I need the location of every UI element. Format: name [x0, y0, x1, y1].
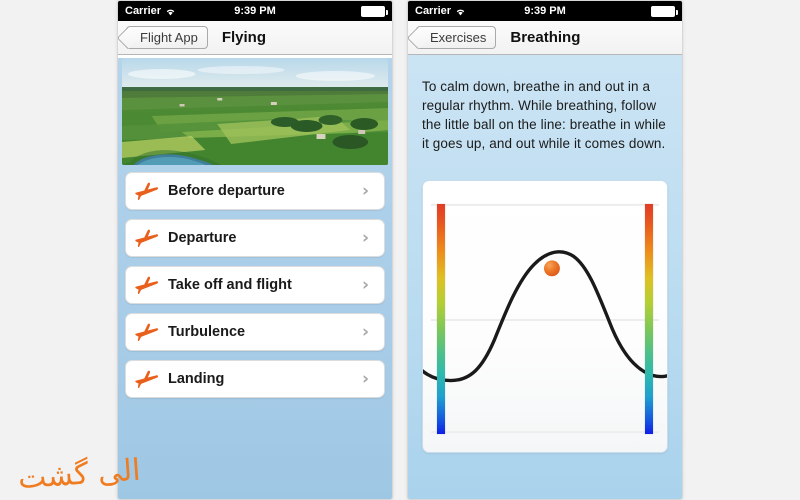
list-item[interactable]: Take off and flight › — [125, 266, 385, 304]
screen-content-left: Before departure › Departure › Take off … — [118, 58, 392, 499]
breathing-instructions: To calm down, breathe in and out in a re… — [422, 79, 666, 151]
list-item-label: Take off and flight — [168, 277, 292, 293]
list-item-label: Departure — [168, 230, 237, 246]
airplane-icon — [134, 227, 160, 249]
page-title-breathing: Breathing — [510, 29, 581, 46]
phone-mockup-left: Carrier 9:39 PM Flight App Flying Before… — [117, 0, 393, 500]
airplane-icon — [134, 321, 160, 343]
status-time-right: 9:39 PM — [524, 5, 566, 17]
breathing-chart-card[interactable] — [422, 180, 668, 453]
list-item[interactable]: Turbulence › — [125, 313, 385, 351]
battery-full-icon — [651, 5, 678, 17]
status-right-group-left — [361, 5, 388, 17]
back-button-flight-app[interactable]: Flight App — [126, 26, 208, 49]
status-bar-left: Carrier 9:39 PM — [118, 1, 392, 21]
airplane-icon — [134, 180, 160, 202]
chevron-right-icon: › — [362, 321, 370, 342]
status-time-left: 9:39 PM — [234, 5, 276, 17]
list-item-label: Landing — [168, 371, 225, 387]
back-button-exercises[interactable]: Exercises — [416, 26, 497, 49]
back-button-label: Exercises — [430, 30, 487, 45]
list-item[interactable]: Landing › — [125, 360, 385, 398]
battery-full-icon — [361, 5, 388, 17]
breathing-chart — [423, 181, 667, 452]
breath-gradient-scale-left — [437, 204, 445, 434]
chevron-right-icon: › — [362, 227, 370, 248]
airplane-icon — [134, 368, 160, 390]
nav-bar-right: Exercises Breathing — [408, 21, 682, 55]
aerial-farmland-photo — [122, 58, 388, 165]
breath-gradient-scale-right — [645, 204, 653, 434]
status-right-group-right — [651, 5, 678, 17]
page-title-flying: Flying — [221, 29, 266, 46]
back-button-label: Flight App — [140, 30, 198, 45]
nav-bar-left: Flight App Flying — [118, 21, 392, 55]
screen-content-right: To calm down, breathe in and out in a re… — [408, 55, 682, 499]
status-bar-right: Carrier 9:39 PM — [408, 1, 682, 21]
list-item-label: Before departure — [168, 183, 285, 199]
list-item-label: Turbulence — [168, 324, 246, 340]
chevron-right-icon: › — [362, 368, 370, 389]
list-item[interactable]: Before departure › — [125, 172, 385, 210]
chevron-right-icon: › — [362, 180, 370, 201]
phone-mockup-right: Carrier 9:39 PM Exercises Breathing To c… — [407, 0, 683, 500]
chevron-right-icon: › — [362, 274, 370, 295]
list-item[interactable]: Departure › — [125, 219, 385, 257]
breath-wave-line — [423, 250, 667, 383]
airplane-icon — [134, 274, 160, 296]
flight-phase-list: Before departure › Departure › Take off … — [118, 165, 392, 398]
